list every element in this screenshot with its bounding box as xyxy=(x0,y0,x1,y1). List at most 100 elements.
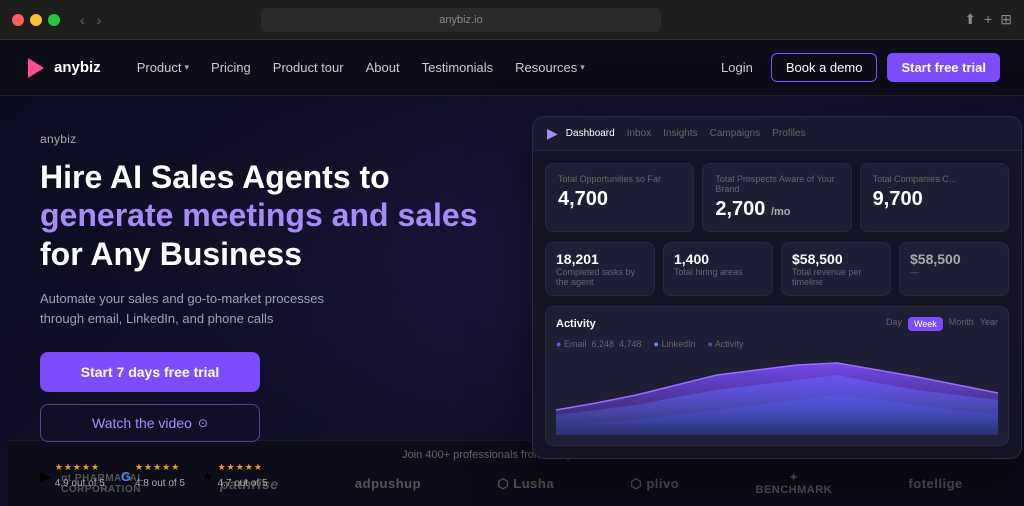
activity-section: Activity Day Week Month Year ● Email xyxy=(545,306,1009,446)
close-button[interactable] xyxy=(12,14,24,26)
nav-resources[interactable]: Resources ▾ xyxy=(507,56,593,79)
login-button[interactable]: Login xyxy=(713,56,761,79)
legend-anthony: ● Activity xyxy=(707,339,743,349)
rating-item-2: G ★★★★★ 4.8 out of 5 xyxy=(121,462,185,491)
rating-score-3: 4.7 out of 5 xyxy=(218,478,268,489)
dash-tab-campaigns[interactable]: Campaigns xyxy=(710,128,761,139)
dash-tab-inbox[interactable]: Inbox xyxy=(627,128,651,139)
chart-legend: ● Email 6,248 4,748 ● LinkedIn ● Activit… xyxy=(556,339,998,349)
browser-nav: ‹ › xyxy=(76,10,105,30)
hero-title-line3: for Any Business xyxy=(40,235,500,273)
hero-title-line1: Hire AI Sales Agents to xyxy=(40,158,500,196)
grid-icon[interactable]: ⊞ xyxy=(1000,11,1012,28)
hero-title-line2: generate meetings and sales xyxy=(40,196,500,234)
start-trial-hero-button[interactable]: Start 7 days free trial xyxy=(40,352,260,392)
stat-label-3: Total Companies C... xyxy=(873,174,996,184)
mid-val-3: $58,500 xyxy=(792,251,880,267)
nav-pricing[interactable]: Pricing xyxy=(203,56,259,79)
mid-label-3: Total revenue per timeline xyxy=(792,267,880,287)
dashboard-tabs: Dashboard Inbox Insights Campaigns Profi… xyxy=(566,128,806,139)
nav-testimonials[interactable]: Testimonials xyxy=(414,56,502,79)
hero-subtitle: Automate your sales and go-to-market pro… xyxy=(40,289,360,328)
stat-card-companies: Total Companies C... 9,700 xyxy=(860,163,1009,232)
rating-score-2: 4.8 out of 5 xyxy=(135,478,185,489)
mid-label-4: — xyxy=(910,267,998,277)
browser-chrome: ‹ › anybiz.io ⬆ + ⊞ xyxy=(0,0,1024,40)
browser-actions: ⬆ + ⊞ xyxy=(964,11,1012,28)
chevron-down-icon-2: ▾ xyxy=(580,62,585,73)
book-demo-button[interactable]: Book a demo xyxy=(771,53,878,82)
activity-chart xyxy=(556,355,998,435)
ratings: ▶ ★★★★★ 4.9 out of 5 G ★★★★★ 4.8 out of … xyxy=(40,462,500,491)
nav-product-tour-label: Product tour xyxy=(273,60,344,75)
legend-linkedin: ● LinkedIn xyxy=(654,339,696,349)
dash-tab-insights[interactable]: Insights xyxy=(663,128,697,139)
activity-tab-week[interactable]: Week xyxy=(908,317,943,331)
add-tab-icon[interactable]: + xyxy=(984,11,992,28)
hero-title: Hire AI Sales Agents to generate meeting… xyxy=(40,158,500,273)
logo-text: anybiz xyxy=(54,59,101,76)
stars-2: ★★★★★ xyxy=(135,462,185,473)
fullscreen-button[interactable] xyxy=(48,14,60,26)
rating-item-3: ★ ★★★★★ 4.7 out of 5 xyxy=(201,462,268,491)
hero-left: anybiz Hire AI Sales Agents to generate … xyxy=(0,96,532,506)
nav-product-label: Product xyxy=(137,60,182,75)
site-wrapper: anybiz Product ▾ Pricing Product tour Ab… xyxy=(0,40,1024,506)
chart-area xyxy=(556,355,998,435)
back-button[interactable]: ‹ xyxy=(76,10,89,30)
g2-icon: ▶ xyxy=(40,468,51,485)
nav-about[interactable]: About xyxy=(358,56,408,79)
dash-tab-profiles[interactable]: Profiles xyxy=(772,128,805,139)
mid-val-1: 18,201 xyxy=(556,251,644,267)
watch-video-label: Watch the video xyxy=(92,415,192,431)
nav-testimonials-label: Testimonials xyxy=(422,60,494,75)
address-bar[interactable]: anybiz.io xyxy=(261,8,661,32)
stat-value-2: 2,700 /mo xyxy=(715,198,838,221)
nav-product[interactable]: Product ▾ xyxy=(129,56,197,79)
activity-title: Activity xyxy=(556,318,596,330)
traffic-lights xyxy=(12,14,60,26)
mid-val-2: 1,400 xyxy=(674,251,762,267)
hero-right: ▶ Dashboard Inbox Insights Campaigns Pro… xyxy=(532,106,1024,506)
stat-value-1: 4,700 xyxy=(558,188,681,211)
forward-button[interactable]: › xyxy=(93,10,106,30)
dashboard-header: ▶ Dashboard Inbox Insights Campaigns Pro… xyxy=(533,117,1021,151)
mid-card-revenue: $58,500 Total revenue per timeline xyxy=(781,242,891,296)
dashboard-body: Total Opportunities so Far 4,700 Total P… xyxy=(533,151,1021,458)
stars-3: ★★★★★ xyxy=(218,462,268,473)
nav-product-tour[interactable]: Product tour xyxy=(265,56,352,79)
nav-resources-label: Resources xyxy=(515,60,577,75)
activity-tabs: Day Week Month Year xyxy=(886,317,998,331)
watch-video-button[interactable]: Watch the video ⊙ xyxy=(40,404,260,442)
mid-card-hiring: 1,400 Total hiring areas xyxy=(663,242,773,296)
stat-sub-2: /mo xyxy=(771,206,791,218)
stars-1: ★★★★★ xyxy=(55,462,105,473)
minimize-button[interactable] xyxy=(30,14,42,26)
url-text: anybiz.io xyxy=(439,14,482,26)
activity-tab-day[interactable]: Day xyxy=(886,317,902,331)
stat-label-1: Total Opportunities so Far xyxy=(558,174,681,184)
mid-val-4: $58,500 xyxy=(910,251,998,267)
rating-item-1: ▶ ★★★★★ 4.9 out of 5 xyxy=(40,462,105,491)
share-icon[interactable]: ⬆ xyxy=(964,11,976,28)
stats-row: Total Opportunities so Far 4,700 Total P… xyxy=(545,163,1009,232)
nav-pricing-label: Pricing xyxy=(211,60,251,75)
hero-section: anybiz Hire AI Sales Agents to generate … xyxy=(0,96,1024,506)
stat-value-3: 9,700 xyxy=(873,188,996,211)
stat-card-prospects: Total Prospects Aware of Your Brand 2,70… xyxy=(702,163,851,232)
dashboard-mockup: ▶ Dashboard Inbox Insights Campaigns Pro… xyxy=(532,116,1022,459)
activity-tab-month[interactable]: Month xyxy=(949,317,974,331)
dash-logo-icon: ▶ xyxy=(547,125,558,142)
logo[interactable]: anybiz xyxy=(24,56,101,80)
chevron-down-icon: ▾ xyxy=(185,62,190,73)
mid-label-1: Completed tasks by the agent xyxy=(556,267,644,287)
activity-header: Activity Day Week Month Year xyxy=(556,317,998,331)
capterra-icon: ★ xyxy=(201,468,214,485)
navbar: anybiz Product ▾ Pricing Product tour Ab… xyxy=(0,40,1024,96)
dash-tab-dashboard[interactable]: Dashboard xyxy=(566,128,615,139)
activity-tab-year[interactable]: Year xyxy=(980,317,998,331)
start-trial-button[interactable]: Start free trial xyxy=(887,53,1000,82)
stat-card-opportunities: Total Opportunities so Far 4,700 xyxy=(545,163,694,232)
brand-label: anybiz xyxy=(40,132,500,146)
mid-card-tasks: 18,201 Completed tasks by the agent xyxy=(545,242,655,296)
